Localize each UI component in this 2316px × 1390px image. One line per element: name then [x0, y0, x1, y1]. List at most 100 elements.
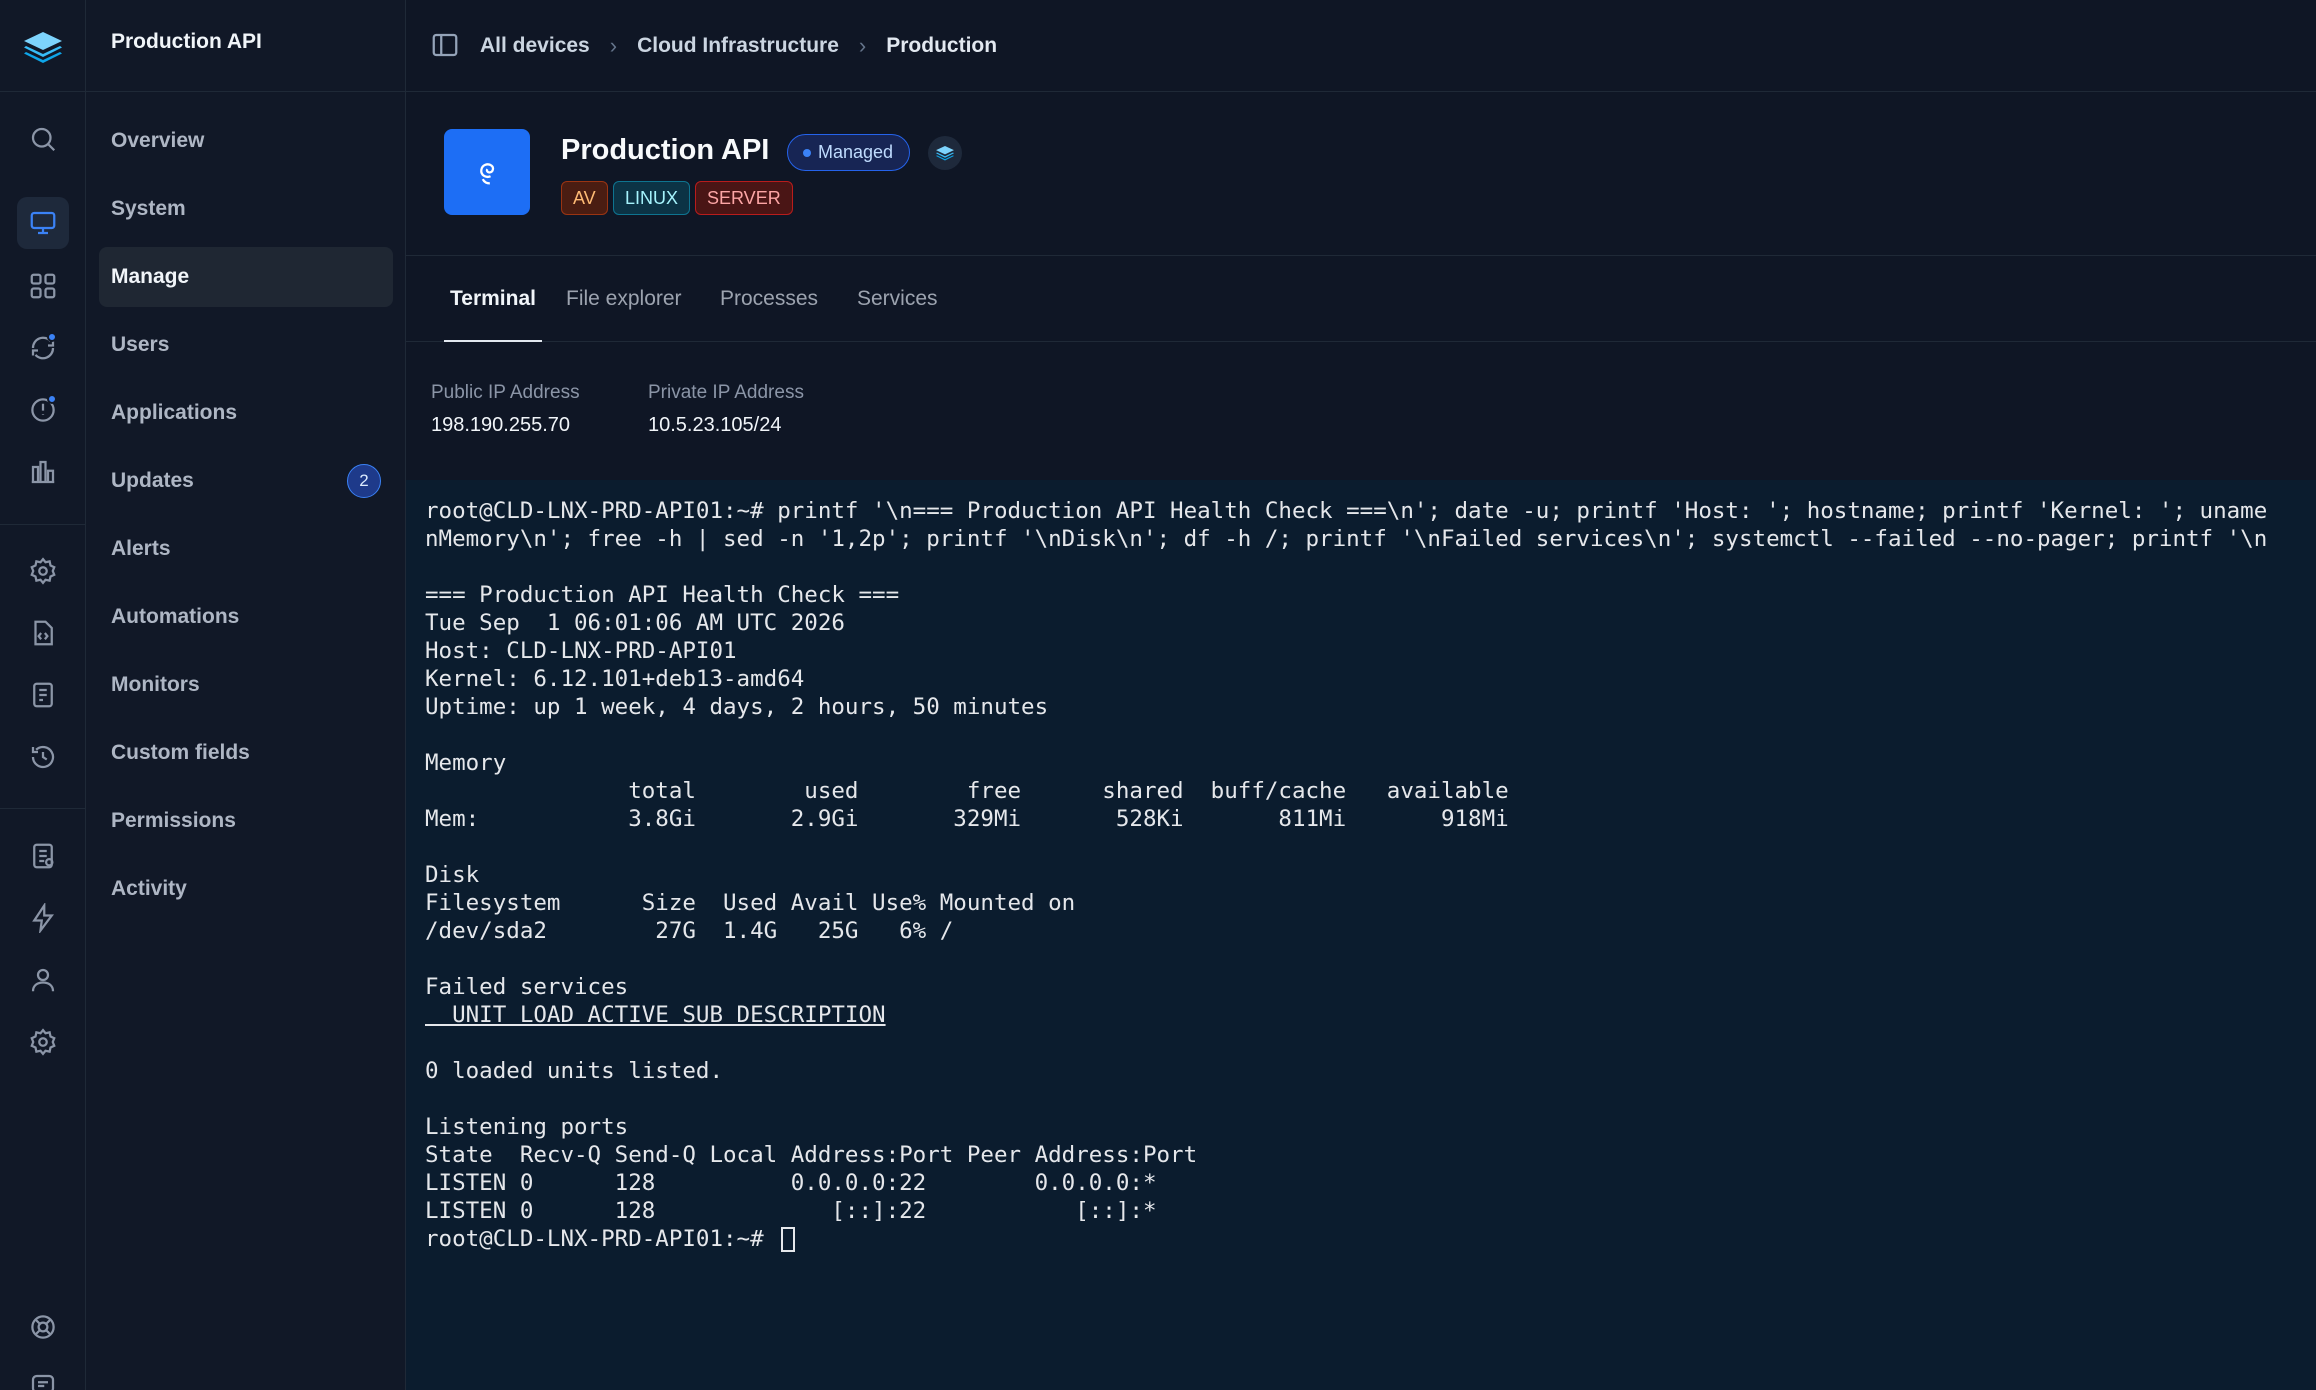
nav-item-system[interactable]: System — [99, 179, 393, 239]
nav-item-custom-fields[interactable]: Custom fields — [99, 723, 393, 783]
terminal-line: === Production API Health Check === — [425, 582, 900, 608]
sync-icon[interactable] — [17, 322, 69, 374]
nav-item-label: Automations — [111, 605, 240, 628]
nav-item-label: Users — [111, 333, 170, 356]
terminal-line: Filesystem Size Used Avail Use% Mounted … — [425, 890, 1076, 916]
terminal-line: Disk — [425, 862, 480, 888]
terminal-line: /dev/sda2 27G 1.4G 25G 6% / — [425, 918, 954, 944]
reports-chart-icon[interactable] — [17, 446, 69, 498]
terminal-line: Memory — [425, 750, 507, 776]
terminal-line: LISTEN 0 128 [::]:22 [::]:* — [425, 1198, 1157, 1224]
breadcrumb-separator: › — [609, 33, 618, 58]
nav-item-label: Applications — [111, 401, 238, 424]
device-tabs: Terminal File explorer Processes Service… — [406, 256, 2316, 343]
nav-item-permissions[interactable]: Permissions — [99, 791, 393, 851]
terminal-line: Mem: 3.8Gi 2.9Gi 329Mi 528Ki 811Mi 918Mi — [425, 806, 1509, 832]
breadcrumb-cloud-infrastructure[interactable]: Cloud Infrastructure — [637, 34, 839, 58]
tag-server[interactable]: SERVER — [695, 181, 793, 215]
tab-services[interactable]: Services — [857, 256, 938, 342]
nav-item-label: Activity — [111, 877, 187, 900]
breadcrumb-separator: › — [858, 33, 867, 58]
tag-linux[interactable]: LINUX — [613, 181, 691, 215]
nav-item-label: Permissions — [111, 809, 236, 832]
debian-logo-icon — [444, 129, 530, 215]
terminal-line: LISTEN 0 128 0.0.0.0:22 0.0.0.0:* — [425, 1170, 1157, 1196]
breadcrumb: All devices › Cloud Infrastructure › Pro… — [480, 0, 997, 92]
terminal-line: Listening ports — [425, 1114, 629, 1140]
tab-processes[interactable]: Processes — [720, 256, 818, 342]
document-icon[interactable] — [17, 669, 69, 721]
device-nav-panel: Production API Overview System Manage Us… — [86, 0, 406, 1390]
nav-item-updates[interactable]: Updates 2 — [99, 451, 393, 511]
terminal-line: Failed services — [425, 974, 629, 1000]
nav-item-label: Custom fields — [111, 741, 250, 764]
terminal-prompt: root@CLD-LNX-PRD-API01:~# — [425, 1226, 778, 1252]
private-ip-label: Private IP Address — [648, 382, 804, 403]
terminal-line: Host: CLD-LNX-PRD-API01 — [425, 638, 737, 664]
history-icon[interactable] — [17, 731, 69, 783]
terminal-prompt-line: root@CLD-LNX-PRD-API01:~# — [425, 1226, 796, 1252]
tab-file-explorer[interactable]: File explorer — [566, 256, 682, 342]
terminal-line: UNIT LOAD ACTIVE SUB DESCRIPTION — [425, 1002, 886, 1028]
settings-cog-icon[interactable] — [17, 545, 69, 597]
notification-dot — [47, 332, 57, 342]
devices-monitor-icon[interactable] — [17, 197, 69, 249]
stack-logo-icon — [928, 136, 962, 170]
top-bar: All devices › Cloud Infrastructure › Pro… — [406, 0, 2316, 92]
private-ip-value: 10.5.23.105/24 — [648, 414, 782, 436]
report-list-icon[interactable] — [17, 830, 69, 882]
terminal-line: State Recv-Q Send-Q Local Address:Port P… — [425, 1142, 1198, 1168]
nav-title: Production API — [111, 30, 262, 53]
public-ip-label: Public IP Address — [431, 382, 580, 403]
gear-icon[interactable] — [17, 1016, 69, 1068]
nav-item-overview[interactable]: Overview — [99, 111, 393, 171]
script-file-icon[interactable] — [17, 607, 69, 659]
tab-terminal[interactable]: Terminal — [444, 256, 542, 343]
device-name: Production API — [561, 134, 770, 166]
rail-divider — [0, 524, 86, 525]
nav-item-label: Alerts — [111, 537, 171, 560]
nav-item-label: Overview — [111, 129, 205, 152]
user-icon[interactable] — [17, 954, 69, 1006]
nav-item-applications[interactable]: Applications — [99, 383, 393, 443]
nav-item-activity[interactable]: Activity — [99, 859, 393, 919]
terminal-line: root@CLD-LNX-PRD-API01:~# printf '\n=== … — [425, 498, 2268, 524]
app-logo-icon[interactable] — [20, 24, 66, 70]
alert-clock-icon[interactable] — [17, 384, 69, 436]
terminal-line: 0 loaded units listed. — [425, 1058, 724, 1084]
terminal-cursor[interactable] — [781, 1227, 796, 1252]
breadcrumb-all-devices[interactable]: All devices — [480, 34, 590, 58]
dashboard-grid-icon[interactable] — [17, 260, 69, 312]
managed-status-badge: Managed — [787, 134, 911, 171]
nav-item-users[interactable]: Users — [99, 315, 393, 375]
search-icon[interactable] — [17, 113, 69, 165]
nav-item-label: System — [111, 197, 186, 220]
terminal-console[interactable]: root@CLD-LNX-PRD-API01:~# printf '\n=== … — [406, 480, 2316, 1390]
rail-divider — [0, 91, 86, 92]
breadcrumb-production: Production — [886, 34, 998, 57]
tag-av[interactable]: AV — [561, 181, 608, 215]
device-header: Production API Managed AV LINUX SERVER — [406, 92, 2316, 256]
terminal-line: Uptime: up 1 week, 4 days, 2 hours, 50 m… — [425, 694, 1049, 720]
public-ip-block: Public IP Address 198.190.255.70 — [431, 382, 580, 437]
terminal-line: Tue Sep 1 06:01:06 AM UTC 2026 — [425, 610, 845, 636]
nav-item-manage[interactable]: Manage — [99, 247, 393, 307]
terminal-line: total used free shared buff/cache availa… — [425, 778, 1509, 804]
main-content: All devices › Cloud Infrastructure › Pro… — [406, 0, 2316, 1390]
help-lifebuoy-icon[interactable] — [17, 1301, 69, 1353]
terminal-line: Kernel: 6.12.101+deb13-amd64 — [425, 666, 805, 692]
nav-item-monitors[interactable]: Monitors — [99, 655, 393, 715]
nav-divider — [86, 91, 406, 92]
lightning-icon[interactable] — [17, 892, 69, 944]
nav-item-alerts[interactable]: Alerts — [99, 519, 393, 579]
nav-item-label: Monitors — [111, 673, 200, 696]
private-ip-block: Private IP Address 10.5.23.105/24 — [648, 382, 804, 437]
icon-rail — [0, 0, 86, 1390]
nav-item-automations[interactable]: Automations — [99, 587, 393, 647]
public-ip-value: 198.190.255.70 — [431, 414, 571, 436]
sidebar-toggle-icon[interactable] — [430, 30, 460, 60]
nav-item-label: Updates — [111, 469, 194, 492]
network-info: Public IP Address 198.190.255.70 Private… — [406, 342, 2316, 480]
terminal-line: nMemory\n'; free -h | sed -n '1,2p'; pri… — [425, 526, 2268, 552]
feedback-icon[interactable] — [17, 1360, 69, 1390]
